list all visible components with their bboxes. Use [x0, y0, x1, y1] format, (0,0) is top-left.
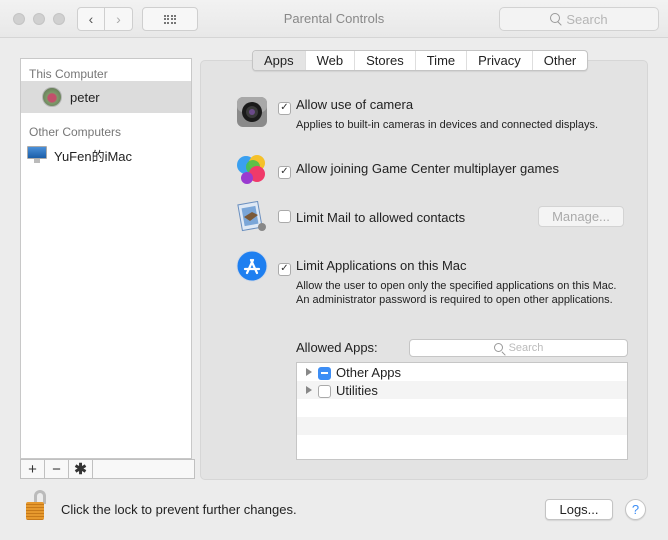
sidebar-item-yufen-imac[interactable]: YuFen的iMac	[21, 139, 191, 171]
camera-option: ✓ Allow use of camera Applies to built-in…	[236, 96, 626, 132]
lock-icon[interactable]	[24, 490, 48, 522]
mail-option: Limit Mail to allowed contacts	[236, 201, 465, 233]
limit-mail-label: Limit Mail to allowed contacts	[296, 210, 466, 225]
list-item-label: Other Apps	[336, 364, 402, 380]
sidebar-item-peter[interactable]: peter	[21, 81, 191, 113]
search-icon	[493, 342, 503, 352]
help-button[interactable]: ?	[625, 499, 646, 520]
settings-button[interactable]: ✱	[69, 460, 93, 478]
tab-privacy[interactable]: Privacy	[467, 51, 533, 70]
disclosure-triangle-icon[interactable]	[306, 368, 312, 376]
minus-icon: −	[52, 460, 61, 478]
allow-game-center-checkbox[interactable]: ✓	[278, 165, 291, 179]
add-button[interactable]: +	[21, 460, 45, 478]
utilities-checkbox[interactable]	[318, 384, 331, 398]
allow-camera-label: Allow use of camera	[296, 97, 414, 112]
disclosure-triangle-icon[interactable]	[306, 386, 312, 394]
empty-row	[297, 435, 627, 453]
list-item-utilities[interactable]: Utilities	[297, 381, 627, 399]
list-item-other-apps[interactable]: Other Apps	[297, 363, 627, 381]
camera-description: Applies to built-in cameras in devices a…	[296, 118, 599, 131]
game-center-option: ✓ Allow joining Game Center multiplayer g…	[236, 153, 559, 185]
allow-camera-checkbox[interactable]: ✓	[278, 101, 291, 115]
empty-row	[297, 399, 627, 417]
help-icon: ?	[631, 502, 640, 517]
lock-status-text: Click the lock to prevent further change…	[61, 502, 297, 517]
tab-apps[interactable]: Apps	[253, 51, 306, 70]
tab-web[interactable]: Web	[306, 51, 356, 70]
logs-button[interactable]: Logs...	[545, 499, 613, 520]
manage-button[interactable]: Manage...	[538, 206, 624, 227]
tab-bar: Apps Web Stores Time Privacy Other	[252, 50, 589, 71]
plus-icon: +	[28, 460, 37, 478]
limit-apps-description: Allow the user to open only the specifie…	[296, 279, 617, 306]
search-input[interactable]: Search	[499, 7, 659, 31]
mail-icon	[237, 201, 266, 232]
section-header-other-computers: Other Computers	[29, 125, 122, 139]
remove-button[interactable]: −	[45, 460, 69, 478]
camera-icon	[237, 97, 267, 127]
tab-stores[interactable]: Stores	[355, 51, 416, 70]
section-header-this-computer: This Computer	[29, 67, 108, 81]
empty-row	[297, 417, 627, 435]
allowed-apps-label: Allowed Apps:	[296, 340, 378, 355]
limit-apps-option: ✓ Limit Applications on this Mac Allow th…	[236, 250, 626, 307]
gear-icon: ✱	[74, 461, 87, 478]
app-store-icon	[236, 250, 268, 282]
tab-other[interactable]: Other	[533, 51, 588, 70]
search-placeholder: Search	[508, 342, 544, 354]
user-sidebar: This Computer peter Other Computers YuFe…	[20, 58, 192, 459]
allowed-apps-search-input[interactable]: Search	[409, 339, 628, 357]
limit-mail-checkbox[interactable]	[278, 210, 291, 223]
other-apps-checkbox[interactable]	[318, 366, 331, 380]
game-center-icon	[237, 155, 265, 184]
imac-icon	[27, 146, 47, 164]
allowed-apps-list: Other Apps Utilities	[296, 362, 628, 460]
sidebar-toolbar: + − ✱	[20, 459, 195, 479]
list-item-label: Utilities	[336, 382, 378, 398]
limit-apps-label: Limit Applications on this Mac	[296, 258, 467, 273]
sidebar-item-label: YuFen的iMac	[54, 148, 133, 164]
search-icon	[550, 13, 561, 23]
user-avatar-icon	[42, 87, 62, 107]
search-placeholder: Search	[566, 11, 608, 27]
limit-apps-checkbox[interactable]: ✓	[278, 262, 291, 276]
allow-game-center-label: Allow joining Game Center multiplayer ga…	[296, 161, 560, 176]
sidebar-item-label: peter	[70, 89, 100, 105]
tab-time[interactable]: Time	[416, 51, 468, 70]
title-bar: ‹ › Parental Controls Search	[0, 0, 668, 38]
